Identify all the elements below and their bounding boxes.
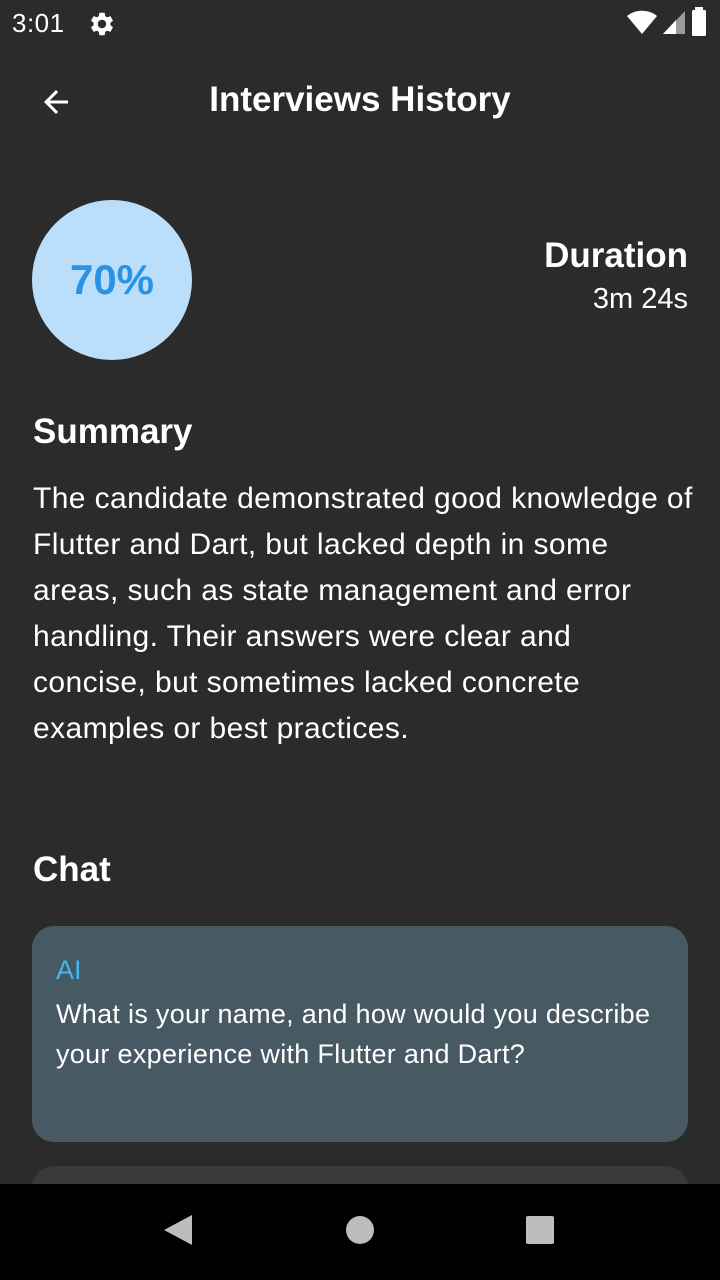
duration-value: 3m 24s: [592, 283, 688, 315]
chat-sender: AI: [56, 955, 82, 985]
wifi-icon: [626, 8, 658, 41]
score-circle: 70%: [32, 200, 192, 360]
status-bar: 3:01: [0, 0, 720, 48]
back-triangle-icon: [162, 1213, 194, 1252]
chat-heading: Chat: [33, 850, 111, 889]
nav-recents-button[interactable]: [516, 1208, 564, 1256]
duration-label: Duration: [544, 236, 688, 275]
chat-message: AI What is your name, and how would you …: [32, 926, 688, 1142]
settings-icon: [88, 10, 116, 38]
status-time: 3:01: [12, 8, 65, 38]
battery-icon: [690, 6, 708, 42]
recents-square-icon: [525, 1215, 555, 1250]
nav-home-button[interactable]: [336, 1208, 384, 1256]
screen: 3:01 Interviews History 70% Duration 3m …: [0, 0, 720, 1280]
duration-block: Duration 3m 24s: [544, 234, 688, 320]
score-value: 70%: [69, 256, 155, 303]
summary-text: The candidate demonstrated good knowledg…: [33, 482, 693, 745]
system-nav-bar: [0, 1184, 720, 1280]
summary-heading: Summary: [33, 412, 193, 451]
chat-message-text: What is your name, and how would you des…: [56, 999, 651, 1069]
nav-back-button[interactable]: [154, 1208, 202, 1256]
home-circle-icon: [345, 1215, 375, 1250]
app-bar: Interviews History: [0, 56, 720, 152]
status-indicators: [626, 6, 708, 41]
page-title: Interviews History: [209, 80, 511, 119]
signal-icon: [662, 8, 686, 41]
